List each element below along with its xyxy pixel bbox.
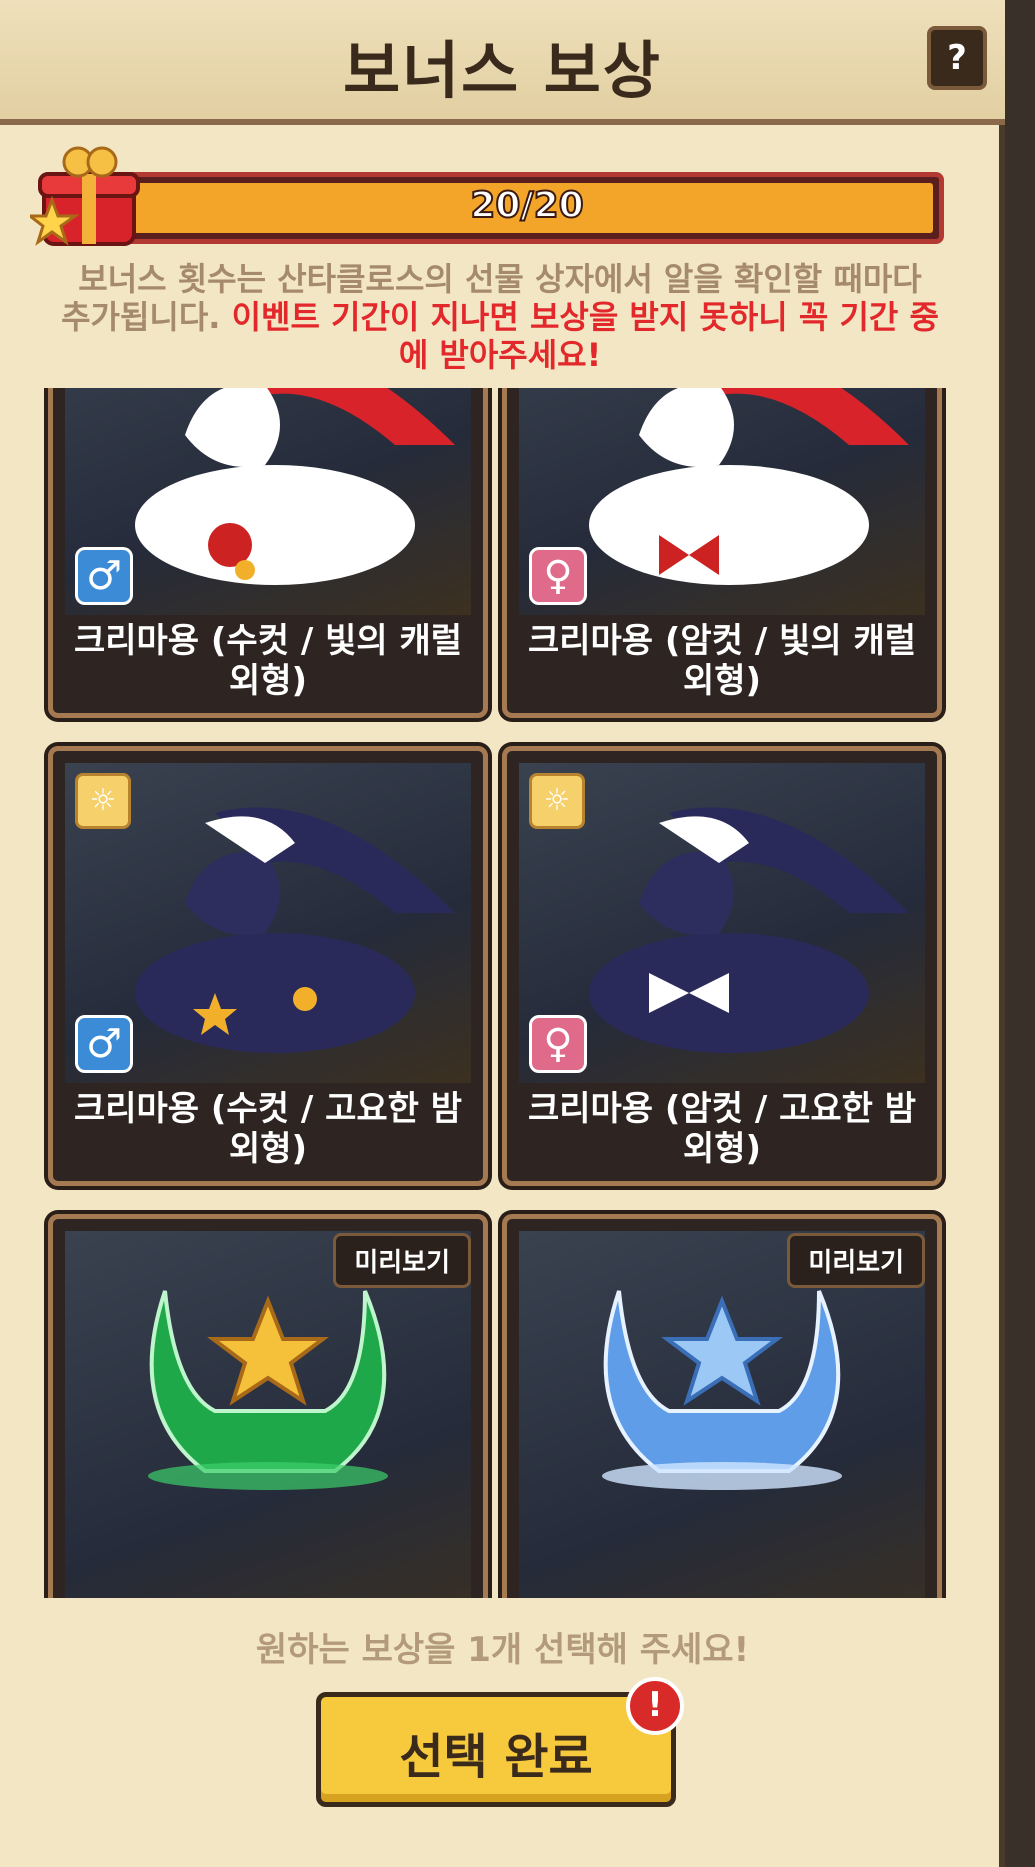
preview-button[interactable]: 미리보기 [787,1233,925,1288]
description: 보너스 횟수는 산타클로스의 선물 상자에서 알을 확인할 때마다 추가됩니다.… [60,260,940,374]
reward-card[interactable]: ☼ ♂ 크리마용 (수컷 / 고요한 밤 외형) [48,746,488,1186]
reward-label: 크리마용 (암컷 / 고요한 밤 외형) [527,1089,917,1169]
progress-count: 20/20 [469,184,584,227]
reward-label: 크리마용 (암컷 / 빛의 캐럴 외형) [527,621,917,701]
gift-box-icon [30,146,140,246]
male-icon: ♂ [75,547,133,605]
dragon-artwork: ☼ ♂ [65,388,471,615]
description-warning: 이벤트 기간이 지나면 보상을 받지 못하니 꼭 기간 중에 받아주세요! [231,298,939,374]
reward-card[interactable]: ☼ ♀ 크리마용 (암컷 / 빛의 캐럴 외형) [502,388,942,718]
star-icon [207,1295,329,1406]
preview-button[interactable]: 미리보기 [333,1233,471,1288]
reward-grid[interactable]: ☼ ♂ 크리마용 (수컷 / 빛의 캐럴 외형) ☼ ♀ 크리마용 (암컷 / … [42,388,948,1598]
header: 보너스 보상 ? [0,0,1005,125]
dragon-artwork: ☼ ♀ [519,388,925,615]
reward-card[interactable]: 미리보기 [502,1214,942,1598]
bonus-reward-panel: 보너스 보상 ? 20/20 보너스 횟수는 산타클로스의 선물 상자에서 알을… [0,0,1005,1867]
help-button[interactable]: ? [927,26,987,90]
reward-card[interactable]: ☼ ♀ 크리마용 (암컷 / 고요한 밤 외형) [502,746,942,1186]
selection-instruction: 원하는 보상을 1개 선택해 주세요! [255,1630,750,1670]
dragon-artwork: ☼ ♀ [519,763,925,1083]
sun-icon: ☼ [75,773,131,829]
star-icon [661,1295,783,1406]
page-title: 보너스 보상 [343,34,662,107]
bonus-progress-bar: 20/20 [110,172,944,244]
confirm-selection-button[interactable]: 선택 완료 [316,1692,676,1807]
reward-card[interactable]: ☼ ♂ 크리마용 (수컷 / 빛의 캐럴 외형) [48,388,488,718]
reward-label: 크리마용 (수컷 / 빛의 캐럴 외형) [73,621,463,701]
dragon-artwork: ☼ ♂ [65,763,471,1083]
female-icon: ♀ [529,547,587,605]
female-icon: ♀ [529,1015,587,1073]
confirm-label: 선택 완료 [399,1729,593,1785]
alert-icon: ! [626,1677,684,1735]
sun-icon: ☼ [529,773,585,829]
reward-label: 크리마용 (수컷 / 고요한 밤 외형) [73,1089,463,1169]
reward-card[interactable]: 미리보기 [48,1214,488,1598]
male-icon: ♂ [75,1015,133,1073]
